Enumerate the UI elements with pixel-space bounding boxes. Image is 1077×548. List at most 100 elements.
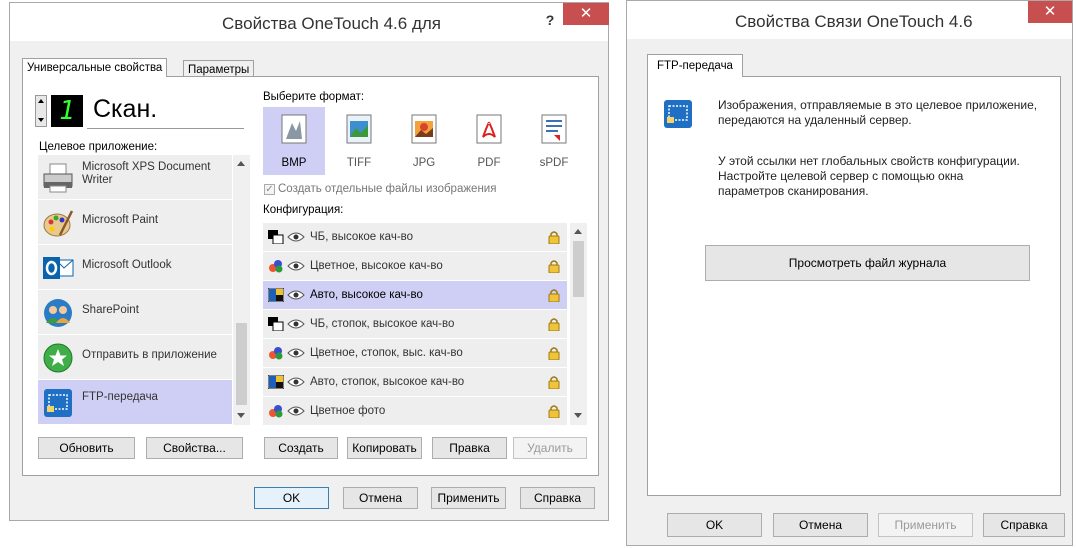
list-item-ftp[interactable]: FTP-передача (38, 380, 232, 424)
dialog-title: Свойства OneTouch 4.6 для (222, 14, 441, 33)
help-button[interactable]: Справка (983, 513, 1065, 537)
config-row[interactable]: Цветное, высокое кач-во (263, 252, 567, 281)
eye-icon (287, 319, 305, 329)
destination-scrollbar[interactable] (233, 155, 250, 425)
ftp-description: Изображения, отправляемые в это целевое … (718, 98, 1038, 127)
jpg-icon (411, 114, 437, 144)
lock-icon (548, 347, 560, 360)
config-row[interactable]: ЧБ, стопок, высокое кач-во (263, 310, 567, 339)
button-name: Скан. (93, 95, 158, 123)
properties-button[interactable]: Свойства... (146, 437, 243, 459)
destination-label-text: Microsoft Outlook (82, 259, 172, 271)
format-label-text: JPG (412, 157, 436, 169)
onetouch-link-properties-dialog: Свойства Связи OneTouch 4.6 ✕ FTP-переда… (626, 0, 1073, 546)
copy-button[interactable]: Копировать (347, 437, 422, 459)
bmp-icon (281, 114, 307, 144)
pdf-icon (476, 114, 502, 144)
help-button[interactable]: Справка (520, 487, 595, 509)
destination-label-text: SharePoint (82, 304, 139, 316)
spdf-icon (541, 114, 567, 144)
list-item-send-to-app[interactable]: Отправить в приложение (38, 335, 232, 379)
title-bar: Свойства OneTouch 4.6 для ? ✕ (10, 3, 609, 41)
format-label: Выберите формат: (263, 91, 365, 103)
format-bmp[interactable]: BMP (263, 107, 325, 175)
destination-scroll-thumb[interactable] (236, 323, 247, 405)
sharepoint-icon (44, 299, 72, 327)
eye-icon (287, 377, 305, 387)
ok-button[interactable]: OK (254, 487, 329, 509)
lock-icon (548, 231, 560, 244)
eye-icon (287, 290, 305, 300)
destination-list[interactable]: Microsoft XPS Document Writer Microsoft … (38, 155, 251, 425)
list-item-outlook[interactable]: Microsoft Outlook (38, 245, 232, 289)
view-log-button[interactable]: Просмотреть файл журнала (705, 245, 1030, 281)
format-label-text: PDF (477, 157, 501, 169)
onetouch-properties-dialog: Свойства OneTouch 4.6 для ? ✕ Универсаль… (9, 2, 609, 521)
tab-universal-properties[interactable]: Универсальные свойства (22, 58, 168, 77)
help-title-button[interactable]: ? (537, 7, 563, 33)
paint-palette-icon (43, 210, 74, 237)
tab-ftp[interactable]: FTP-передача (647, 54, 743, 77)
refresh-button[interactable]: Обновить (38, 437, 135, 459)
ok-button[interactable]: OK (667, 513, 762, 537)
list-item-sharepoint[interactable]: SharePoint (38, 290, 232, 334)
config-row[interactable]: Цветное, стопок, выс. кач-во (263, 339, 567, 368)
config-row-label: Авто, стопок, высокое кач-во (310, 376, 465, 388)
destination-label-text: Microsoft Paint (82, 214, 159, 226)
apply-button[interactable]: Применить (431, 487, 506, 509)
format-pdf[interactable]: PDF (458, 107, 520, 175)
destination-label-text: Отправить в приложение (82, 349, 217, 361)
config-row-label: ЧБ, стопок, высокое кач-во (310, 318, 455, 330)
auto-icon (268, 375, 284, 389)
eye-icon (287, 232, 305, 242)
eye-icon (287, 406, 305, 416)
outlook-icon (43, 257, 74, 279)
destination-label: Целевое приложение: (39, 141, 158, 153)
destination-label-text: Microsoft XPS Document Writer (82, 161, 211, 186)
format-label-text: TIFF (346, 157, 372, 169)
color-icon (269, 405, 283, 418)
close-button[interactable]: ✕ (1028, 1, 1072, 23)
destination-label-text: FTP-передача (82, 391, 158, 403)
list-item-xps[interactable]: Microsoft XPS Document Writer (38, 155, 232, 199)
config-row-label: Авто, высокое кач-во (310, 289, 423, 301)
config-row-label: Цветное, высокое кач-во (310, 260, 443, 272)
apply-button[interactable]: Применить (878, 513, 973, 537)
printer-icon (43, 163, 73, 193)
lock-icon (548, 318, 560, 331)
format-selector: BMP TIFF JPG PDF sPDF (263, 107, 588, 179)
config-row[interactable]: ЧБ, высокое кач-во (263, 223, 567, 252)
button-selector-spinner[interactable] (35, 95, 47, 127)
config-list[interactable]: ЧБ, высокое кач-во Цветное, высокое кач-… (263, 223, 588, 425)
format-label-text: sPDF (539, 157, 569, 169)
create-button[interactable]: Создать (264, 437, 338, 459)
format-jpg[interactable]: JPG (393, 107, 455, 175)
delete-button[interactable]: Удалить (513, 437, 587, 459)
config-scrollbar[interactable] (570, 223, 587, 425)
tiff-icon (346, 114, 372, 144)
close-button[interactable]: ✕ (563, 3, 609, 25)
dialog-title: Свойства Связи OneTouch 4.6 (735, 12, 973, 31)
lock-icon (548, 260, 560, 273)
config-row[interactable]: Авто, высокое кач-во (263, 281, 567, 310)
format-tiff[interactable]: TIFF (328, 107, 390, 175)
list-item-paint[interactable]: Microsoft Paint (38, 200, 232, 244)
separate-files-label: Создать отдельные файлы изображения (278, 183, 497, 195)
lock-icon (548, 376, 560, 389)
edit-button[interactable]: Правка (432, 437, 507, 459)
config-row-label: Цветное, стопок, выс. кач-во (310, 347, 463, 359)
format-spdf[interactable]: sPDF (523, 107, 585, 175)
cancel-button[interactable]: Отмена (343, 487, 418, 509)
color-icon (269, 260, 283, 273)
button-name-underline (87, 128, 244, 129)
config-label: Конфигурация: (263, 204, 344, 216)
cancel-button[interactable]: Отмена (773, 513, 868, 537)
config-row[interactable]: Авто, стопок, высокое кач-во (263, 368, 567, 397)
lock-icon (548, 289, 560, 302)
color-icon (269, 347, 283, 360)
separate-files-checkbox[interactable]: ✓ (264, 184, 275, 195)
config-row[interactable]: Цветное фото (263, 397, 567, 425)
config-scroll-thumb[interactable] (573, 241, 584, 297)
ftp-panel: Изображения, отправляемые в это целевое … (647, 76, 1061, 496)
button-number-display: 1 (51, 95, 83, 127)
